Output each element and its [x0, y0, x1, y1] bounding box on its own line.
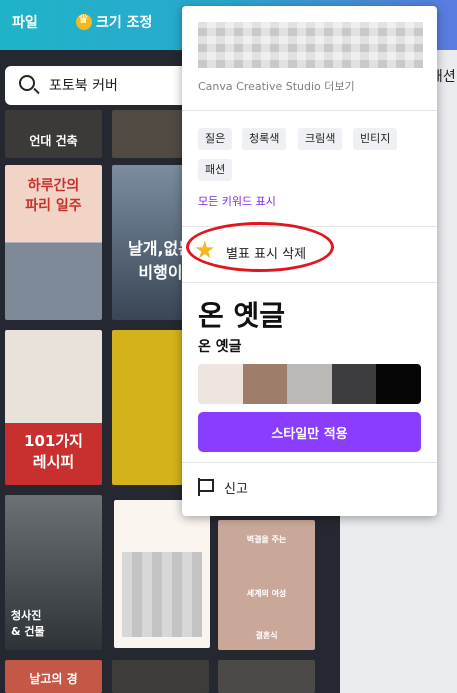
unstar-label: 별표 표시 삭제 — [226, 247, 307, 262]
color-swatch[interactable] — [198, 364, 243, 404]
crown-icon — [76, 12, 92, 30]
template-title: 언대 건축 — [29, 134, 78, 148]
divider — [182, 110, 437, 111]
template-title: 청사진 & 건물 — [11, 609, 45, 638]
template-tile[interactable]: 벽결을 주는 세계의 여성 결혼식 — [218, 520, 315, 650]
template-line: 결혼식 — [255, 631, 278, 640]
show-all-keywords-link[interactable]: 모든 키워드 표시 — [198, 193, 276, 209]
template-title: 101가지 레시피 — [24, 432, 83, 471]
author-link[interactable]: Canva Creative Studio 더보기 — [198, 78, 355, 94]
template-line: 세계의 여성 — [246, 589, 287, 598]
template-tile[interactable]: 101가지 레시피 — [5, 330, 102, 485]
template-tile[interactable]: 날고의 경 — [5, 660, 102, 693]
template-title: 하루간의 파리 일주 — [25, 178, 82, 214]
divider — [182, 462, 437, 463]
template-tile[interactable]: 청사진 & 건물 — [5, 495, 102, 650]
template-info-popup: Canva Creative Studio 더보기 질은 청록색 크림색 빈티지… — [182, 6, 437, 516]
divider — [182, 226, 437, 227]
template-tile[interactable] — [218, 660, 315, 693]
keyword-chip[interactable]: 질은 — [198, 128, 233, 150]
search-icon — [19, 75, 35, 91]
template-title: 날고의 경 — [29, 672, 78, 686]
resize-label: 크기 조정 — [96, 15, 153, 31]
file-menu[interactable]: 파일 — [12, 12, 38, 32]
flag-icon — [198, 478, 214, 496]
unstar-button[interactable]: ★ 별표 표시 삭제 — [194, 234, 334, 270]
template-tile[interactable] — [114, 500, 210, 648]
keyword-chip[interactable]: 빈티지 — [353, 128, 398, 150]
apply-style-button[interactable]: 스타일만 적용 — [198, 412, 421, 452]
font-preview-body: 온 옛글 — [198, 339, 242, 355]
template-tile[interactable] — [112, 660, 209, 693]
divider — [182, 282, 437, 283]
color-swatch[interactable] — [287, 364, 332, 404]
color-swatch[interactable] — [331, 364, 377, 404]
report-label: 신고 — [224, 482, 248, 497]
template-tile[interactable]: 하루간의 파리 일주 — [5, 165, 102, 320]
keyword-chip[interactable]: 패션 — [198, 159, 233, 181]
color-swatch[interactable] — [242, 364, 288, 404]
template-tile[interactable]: 언대 건축 — [5, 110, 102, 158]
color-palette — [198, 364, 421, 404]
resize-button[interactable]: 크기 조정 — [76, 12, 152, 32]
keyword-chip[interactable]: 청록색 — [242, 128, 287, 150]
blurred-photo — [122, 552, 202, 637]
template-line: 벽결을 주는 — [246, 535, 287, 544]
color-swatch[interactable] — [376, 364, 421, 404]
redacted-title — [198, 22, 423, 68]
star-icon: ★ — [194, 236, 216, 264]
keyword-chip[interactable]: 크림색 — [298, 128, 343, 150]
font-preview-heading: 온 옛글 — [198, 299, 286, 332]
